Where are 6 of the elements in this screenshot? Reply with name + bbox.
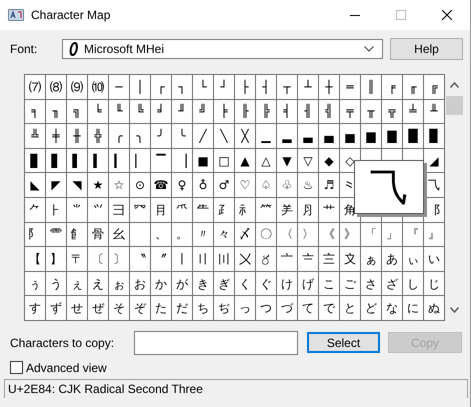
character-preview-tooltip: ⺄ <box>354 160 424 214</box>
copy-label: Characters to copy: <box>10 336 116 350</box>
font-label: Font: <box>10 42 38 56</box>
window-title: Character Map <box>31 8 110 22</box>
advanced-view-label: Advanced view <box>26 360 107 375</box>
status-bar: U+2E84: CJK Radical Second Three <box>4 378 468 398</box>
